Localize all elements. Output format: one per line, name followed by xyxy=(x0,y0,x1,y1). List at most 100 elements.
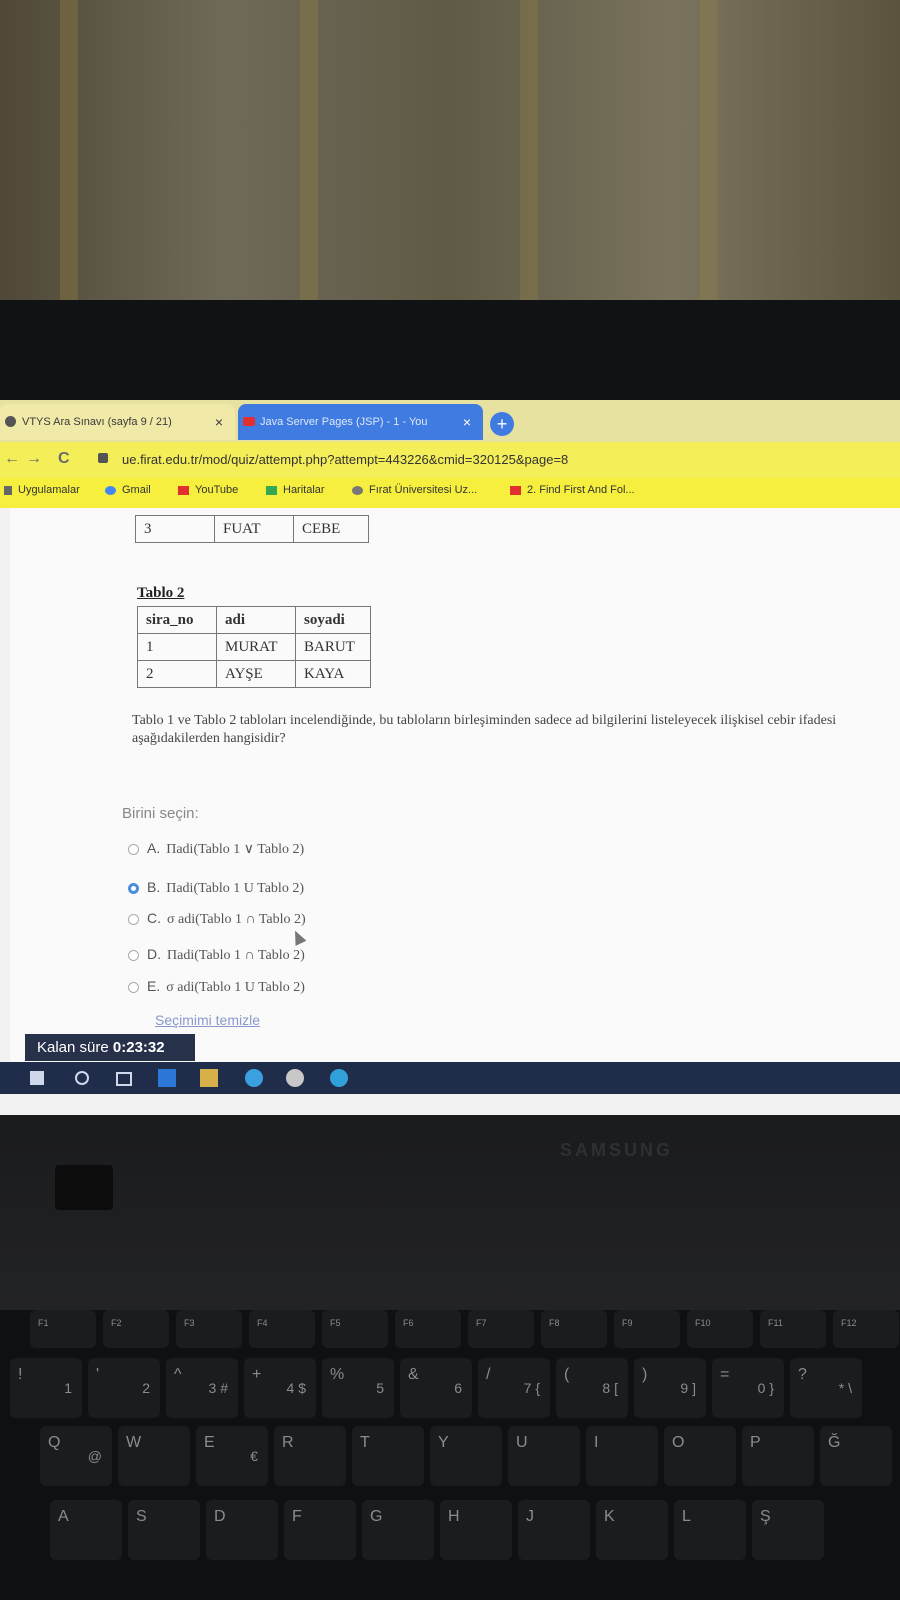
moodle-icon xyxy=(5,416,16,427)
tablo1-partial: 3 FUAT CEBE xyxy=(135,515,369,543)
column-header: soyadi xyxy=(295,606,371,634)
tab-title: VTYS Ara Sınavı (sayfa 9 / 21) xyxy=(22,416,172,428)
close-tab-icon[interactable]: × xyxy=(215,414,223,430)
chrome-icon[interactable] xyxy=(286,1069,304,1087)
bookmark-youtube[interactable]: YouTube xyxy=(178,484,238,496)
key-2: ' 2 xyxy=(88,1358,160,1418)
bookmarks-bar: Uygulamalar Gmail YouTube Haritalar Fıra… xyxy=(0,478,900,508)
table-row: 1 MURAT BARUT xyxy=(137,633,371,661)
key-g-breve: Ğ xyxy=(820,1426,892,1486)
option-a[interactable]: A. Πadi(Tablo 1 ∨ Tablo 2) xyxy=(128,840,304,858)
key-d: D xyxy=(206,1500,278,1560)
key-0: = 0 } xyxy=(712,1358,784,1418)
key-8: (8 [ xyxy=(556,1358,628,1418)
file-explorer-icon[interactable] xyxy=(200,1069,218,1087)
option-b[interactable]: B. Πadi(Tablo 1 U Tablo 2) xyxy=(128,879,304,897)
youtube-icon xyxy=(178,485,189,495)
key-y: Y xyxy=(430,1426,502,1486)
key-o: O xyxy=(664,1426,736,1486)
key-f11: F11 xyxy=(760,1310,826,1348)
key-f2: F2 xyxy=(103,1310,169,1348)
edge-icon[interactable] xyxy=(330,1069,348,1087)
key-5: % 5 xyxy=(322,1358,394,1418)
remaining-time-badge: Kalan süre 0:23:32 xyxy=(25,1034,195,1061)
laptop-screen: VTYS Ara Sınavı (sayfa 9 / 21) × Java Se… xyxy=(0,400,900,1120)
key-f12: F12 xyxy=(833,1310,899,1348)
key-f4: F4 xyxy=(249,1310,315,1348)
outlook-icon[interactable] xyxy=(158,1069,176,1087)
forward-arrow-icon[interactable]: → xyxy=(26,450,42,468)
key-7: /7 { xyxy=(478,1358,550,1418)
key-f8: F8 xyxy=(541,1310,607,1348)
tab-title: Java Server Pages (JSP) - 1 - You xyxy=(260,416,428,428)
timer-value: 0:23:32 xyxy=(112,1039,165,1056)
key-3: ^ 3 # xyxy=(166,1358,238,1418)
clear-selection-link[interactable]: Seçimimi temizle xyxy=(155,1012,260,1028)
question-text: Tablo 1 ve Tablo 2 tabloları incelendiği… xyxy=(132,713,837,746)
key-k: K xyxy=(596,1500,668,1560)
tab-youtube-jsp[interactable]: Java Server Pages (JSP) - 1 - You × xyxy=(238,404,483,440)
option-c[interactable]: C. σ adi(Tablo 1 ∩ Tablo 2) xyxy=(128,910,306,928)
key-4: +4 $ xyxy=(244,1358,316,1418)
table-cell: 3 xyxy=(135,515,215,543)
key-p: P xyxy=(742,1426,814,1486)
key-a: A xyxy=(50,1500,122,1560)
key-j: J xyxy=(518,1500,590,1560)
close-tab-icon[interactable]: × xyxy=(463,414,471,430)
key-f10: F10 xyxy=(687,1310,753,1348)
key-i: I xyxy=(586,1426,658,1486)
radio-button[interactable] xyxy=(128,950,139,962)
key-s-cedilla: Ş xyxy=(752,1500,824,1560)
youtube-icon xyxy=(510,485,521,495)
url-field[interactable]: ue.firat.edu.tr/mod/quiz/attempt.php?att… xyxy=(122,452,568,467)
tab-bar: VTYS Ara Sınavı (sayfa 9 / 21) × Java Se… xyxy=(0,400,900,442)
bookmark-firat[interactable]: Fırat Üniversitesi Uz... xyxy=(352,484,477,496)
radio-button-selected[interactable] xyxy=(128,883,139,895)
table-header-row: sira_no adi soyadi xyxy=(137,606,371,634)
radio-button[interactable] xyxy=(128,982,139,994)
bookmark-maps[interactable]: Haritalar xyxy=(266,484,325,496)
key-q: Q @ xyxy=(40,1426,112,1486)
table-cell: 1 xyxy=(137,633,217,661)
table-cell: 2 xyxy=(137,660,217,688)
youtube-icon xyxy=(243,417,255,426)
table-row: 2 AYŞE KAYA xyxy=(137,660,371,688)
choose-prompt: Birini seçin: xyxy=(122,805,199,822)
column-header: adi xyxy=(216,606,296,634)
key-f3: F3 xyxy=(176,1310,242,1348)
tablo2-table: sira_no adi soyadi 1 MURAT BARUT 2 AYŞE … xyxy=(137,606,371,688)
task-view-icon[interactable] xyxy=(116,1072,132,1086)
keyboard: F1 F2 F3 F4 F5 F6 F7 F8 F9 F10 F11 F12 !… xyxy=(0,1310,900,1600)
table-cell: BARUT xyxy=(295,633,371,661)
key-1: ! 1 xyxy=(10,1358,82,1418)
tab-vtys-quiz[interactable]: VTYS Ara Sınavı (sayfa 9 / 21) × xyxy=(0,404,235,440)
bookmark-gmail[interactable]: Gmail xyxy=(105,484,151,496)
reload-icon[interactable]: C xyxy=(58,450,70,468)
option-e[interactable]: E. σ adi(Tablo 1 U Tablo 2) xyxy=(128,978,305,996)
radio-button[interactable] xyxy=(128,914,139,926)
table-cell: AYŞE xyxy=(216,660,296,688)
key-f7: F7 xyxy=(468,1310,534,1348)
windows-start-icon[interactable] xyxy=(30,1071,44,1085)
key-g: G xyxy=(362,1500,434,1560)
telegram-icon[interactable] xyxy=(245,1069,263,1087)
table-cell: KAYA xyxy=(295,660,371,688)
bookmark-apps[interactable]: Uygulamalar xyxy=(4,484,80,496)
key-s: S xyxy=(128,1500,200,1560)
new-tab-button[interactable]: + xyxy=(490,412,514,436)
key-e: E € xyxy=(196,1426,268,1486)
column-header: sira_no xyxy=(137,606,217,634)
radio-button[interactable] xyxy=(128,844,139,856)
bookmark-find-first[interactable]: 2. Find First And Fol... xyxy=(510,484,635,496)
windows-taskbar xyxy=(0,1062,900,1094)
google-icon xyxy=(105,485,116,495)
address-bar-row: ← → C ue.firat.edu.tr/mod/quiz/attempt.p… xyxy=(0,442,900,478)
option-d[interactable]: D. Πadi(Tablo 1 ∩ Tablo 2) xyxy=(128,946,305,964)
site-icon xyxy=(352,485,363,495)
tablo2-caption: Tablo 2 xyxy=(137,585,185,601)
table-row: 3 FUAT CEBE xyxy=(135,515,369,543)
lock-icon xyxy=(98,453,108,463)
search-icon[interactable] xyxy=(75,1071,89,1085)
key-f9: F9 xyxy=(614,1310,680,1348)
back-arrow-icon[interactable]: ← xyxy=(4,450,20,468)
